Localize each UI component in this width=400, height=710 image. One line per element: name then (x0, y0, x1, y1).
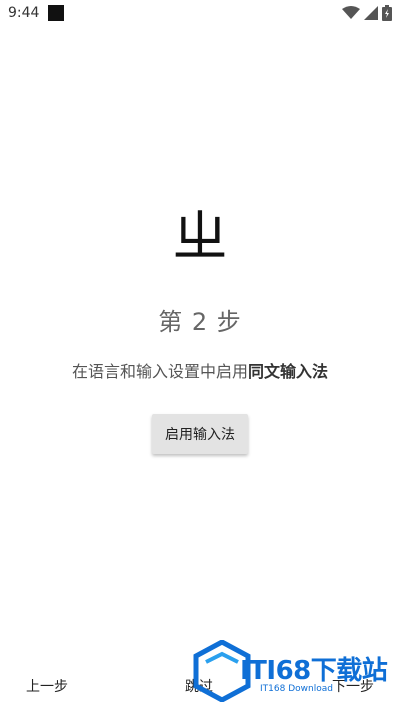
watermark-text: ITI68下载站 (240, 656, 388, 686)
signal-icon (364, 6, 378, 20)
watermark: ITI68下载站 IT168 Download (192, 636, 392, 702)
notification-icon (48, 5, 64, 21)
status-time: 9:44 (8, 5, 40, 21)
status-icons (342, 5, 392, 21)
description-prefix: 在语言和输入设置中启用 (71, 362, 248, 381)
prev-step-button[interactable]: 上一步 (26, 676, 68, 696)
battery-icon (382, 5, 392, 21)
wifi-icon (342, 6, 360, 19)
description-emphasis: 同文输入法 (248, 362, 329, 381)
step-title: 第 2 步 (158, 308, 242, 336)
watermark-subtext: IT168 Download (260, 684, 333, 694)
app-logo: ㄓ (172, 205, 228, 270)
step-description: 在语言和输入设置中启用同文输入法 (0, 358, 400, 382)
status-bar: 9:44 (0, 0, 400, 28)
enable-ime-button[interactable]: 启用输入法 (152, 414, 248, 454)
